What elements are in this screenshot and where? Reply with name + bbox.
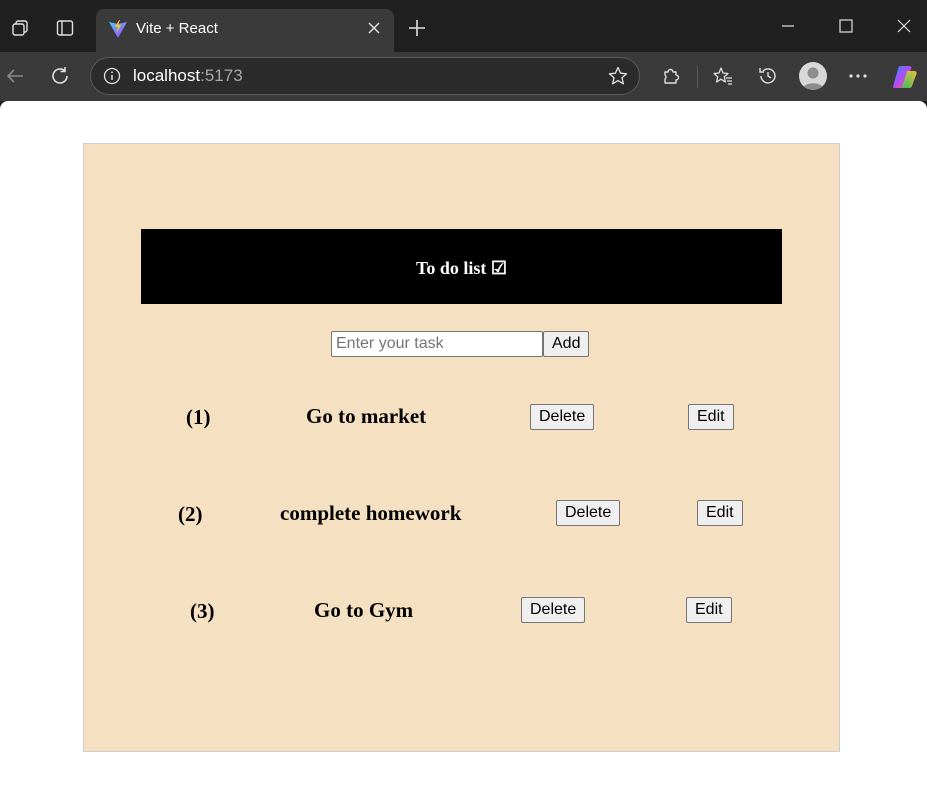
tab-title: Vite + React [136, 20, 218, 37]
maximize-icon[interactable] [837, 17, 855, 35]
task-text: Go to market [306, 404, 427, 428]
task-index: (2) [178, 502, 203, 526]
task-text: complete homework [280, 501, 462, 525]
delete-button[interactable]: Delete [521, 597, 586, 623]
vite-logo-icon [109, 20, 127, 38]
task-text: Go to Gym [314, 598, 414, 622]
url-port: :5173 [200, 66, 243, 85]
close-window-icon[interactable] [895, 17, 913, 35]
task-index: (3) [190, 599, 215, 623]
browser-tab[interactable]: Vite + React [96, 9, 394, 52]
task-index: (1) [186, 405, 211, 429]
more-icon[interactable] [847, 65, 869, 87]
address-bar[interactable]: localhost:5173 [90, 57, 640, 95]
refresh-icon[interactable] [49, 65, 71, 87]
history-icon[interactable] [757, 65, 779, 87]
add-button[interactable]: Add [543, 331, 590, 357]
page-viewport: To do list ☑ Add (1) Go to market Delete… [0, 101, 927, 788]
browser-titlebar: Vite + React [0, 0, 927, 52]
new-tab-icon[interactable] [407, 18, 427, 38]
workspaces-icon[interactable] [10, 18, 30, 38]
edit-button[interactable]: Edit [686, 597, 732, 623]
todo-app-container: To do list ☑ Add (1) Go to market Delete… [83, 143, 840, 752]
extensions-icon[interactable] [660, 65, 682, 87]
page-title: To do list ☑ [415, 258, 507, 278]
minimize-icon[interactable] [779, 17, 797, 35]
delete-button[interactable]: Delete [556, 500, 621, 526]
toolbar-divider [697, 66, 698, 88]
profile-avatar[interactable] [799, 62, 827, 90]
browser-toolbar: localhost:5173 [0, 52, 927, 101]
url-host: localhost [133, 66, 201, 85]
favorites-icon[interactable] [712, 65, 734, 87]
site-info-icon[interactable] [103, 67, 121, 85]
favorite-star-icon[interactable] [607, 65, 629, 87]
tab-actions-icon[interactable] [55, 18, 75, 38]
close-tab-icon[interactable] [366, 20, 382, 36]
url-text[interactable]: localhost:5173 [133, 66, 243, 86]
back-icon[interactable] [4, 65, 26, 87]
task-input[interactable] [331, 331, 543, 357]
app-header: To do list ☑ [141, 229, 782, 304]
edit-button[interactable]: Edit [697, 500, 743, 526]
delete-button[interactable]: Delete [530, 404, 595, 430]
copilot-icon[interactable] [891, 63, 919, 91]
user-silhouette-icon [802, 67, 824, 90]
edit-button[interactable]: Edit [688, 404, 734, 430]
